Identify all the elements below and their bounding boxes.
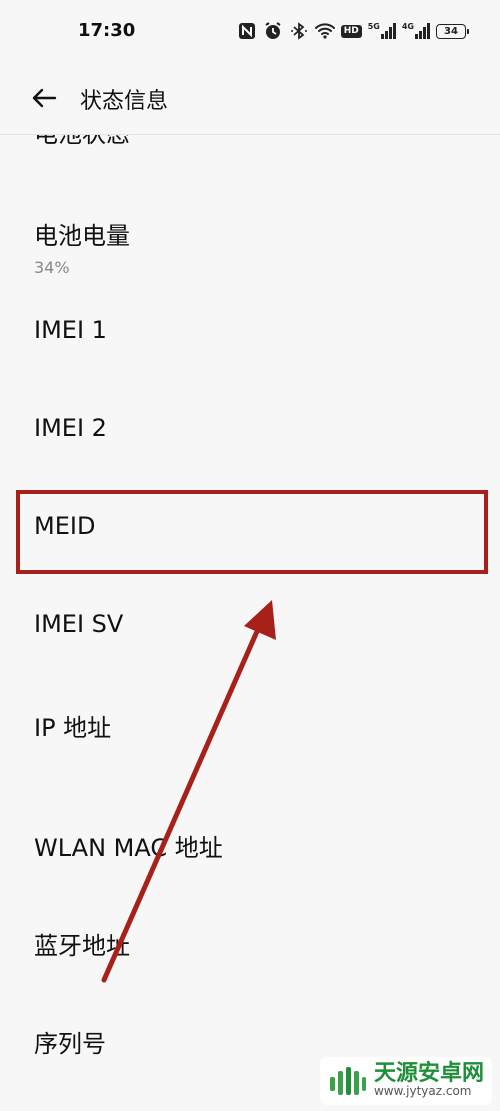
page-title: 状态信息 (80, 89, 169, 114)
watermark-logo: 天源安卓网 www.jytyaz.com (319, 1057, 492, 1105)
ip-address-item[interactable]: IP 地址 (0, 690, 500, 800)
annotation-highlight-box (16, 490, 488, 574)
imei-sv-item[interactable]: IMEI SV (0, 592, 500, 682)
battery-icon: 34 (436, 23, 469, 39)
status-icons: HD 5G 4G 34 (237, 20, 469, 42)
cellular-signal-2-icon: 4G (402, 23, 430, 39)
list-item-title: IMEI SV (34, 610, 124, 638)
wifi-icon (314, 21, 335, 41)
screen: 17:30 HD 5G 4G 34 状态信息 电池状态 电池电量 34% IME… (0, 0, 500, 1111)
list-item-title: IMEI 2 (34, 414, 107, 442)
imei1-item[interactable]: IMEI 1 (0, 298, 500, 388)
cellular-signal-1-icon: 5G (368, 23, 396, 39)
app-header: 状态信息 (0, 62, 500, 135)
status-time: 17:30 (78, 20, 136, 41)
list-item-title: 序列号 (34, 1030, 106, 1058)
status-info-list: 电池状态 电池电量 34% IMEI 1 IMEI 2 MEID IMEI SV… (0, 134, 500, 1111)
hd-badge: HD (340, 24, 362, 38)
list-item-title: IMEI 1 (34, 316, 107, 344)
list-item-title: 电池电量 (34, 222, 130, 250)
status-bar: 17:30 HD 5G 4G 34 (0, 0, 500, 62)
battery-level-item[interactable]: 电池电量 34% (0, 198, 500, 288)
bluetooth-address-item[interactable]: 蓝牙地址 (0, 908, 500, 1008)
list-item-title: IP 地址 (34, 714, 112, 742)
arrow-left-icon (32, 88, 57, 108)
imei2-item[interactable]: IMEI 2 (0, 396, 500, 486)
watermark-url: www.jytyaz.com (373, 1084, 472, 1099)
list-item-title: 蓝牙地址 (34, 932, 130, 960)
list-item-value: 34% (34, 258, 70, 277)
battery-status-item-partial[interactable]: 电池状态 (34, 134, 130, 149)
alarm-icon (263, 21, 283, 41)
list-item-title: WLAN MAC 地址 (34, 834, 223, 862)
nfc-icon (237, 21, 257, 41)
network-type-2: 4G (401, 22, 414, 31)
watermark-title: 天源安卓网 (373, 1061, 484, 1087)
bluetooth-icon (289, 21, 309, 41)
android-logo-icon (329, 1067, 366, 1095)
network-type-1: 5G (367, 22, 380, 31)
back-button[interactable] (28, 82, 60, 114)
wlan-mac-address-item[interactable]: WLAN MAC 地址 (0, 810, 500, 910)
